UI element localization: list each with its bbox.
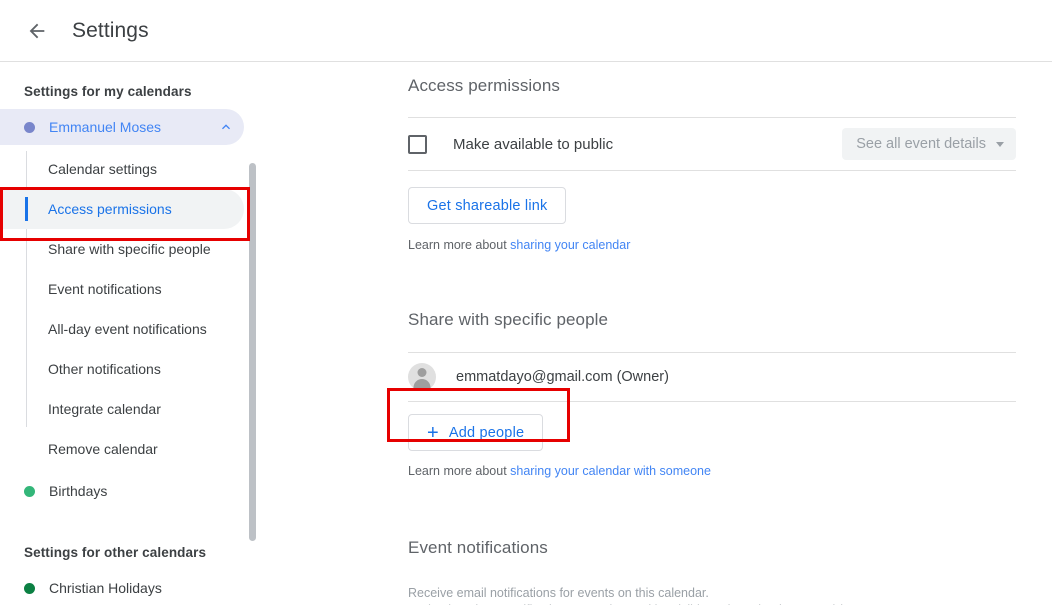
chevron-up-icon[interactable] [216,117,236,137]
sidebar-item-label: Access permissions [48,201,172,217]
sidebar-item-label: Remove calendar [48,441,158,457]
learn-more-prefix: Learn more about [408,464,511,478]
top-app-bar: Settings [0,0,1052,62]
event-notifications-description-line1: Receive email notifications for events o… [408,586,709,600]
sidebar-calendar-label: Birthdays [49,483,108,499]
event-visibility-select[interactable]: See all event details [842,128,1016,160]
shared-person-email: emmatdayo@gmail.com (Owner) [456,369,669,385]
sidebar-item-all-day-event-notifications[interactable]: All-day event notifications [0,309,244,349]
sidebar-sub-items: Calendar settings Access permissions Sha… [0,149,258,469]
settings-sidebar: Settings for my calendars Emmanuel Moses… [0,62,258,605]
divider [408,401,1016,402]
sidebar-item-label: Event notifications [48,281,162,297]
sidebar-item-integrate-calendar[interactable]: Integrate calendar [0,389,244,429]
learn-more-prefix: Learn more about [408,238,511,252]
sharing-your-calendar-link[interactable]: sharing your calendar [510,238,630,252]
section-title-share-specific-people: Share with specific people [408,310,609,329]
sidebar-item-calendar-settings[interactable]: Calendar settings [0,149,244,189]
sidebar-calendar-emmanuel-moses[interactable]: Emmanuel Moses [0,109,244,145]
sidebar-scrollbar-thumb[interactable] [249,163,256,541]
sidebar-item-event-notifications[interactable]: Event notifications [0,269,244,309]
calendar-color-dot-icon [24,121,35,133]
back-button[interactable] [22,16,52,46]
sidebar-item-label: All-day event notifications [48,321,207,337]
sidebar-item-access-permissions[interactable]: Access permissions [0,189,244,229]
sidebar-calendar-label: Christian Holidays [49,580,162,596]
plus-icon: + [427,421,439,444]
shared-person-row: emmatdayo@gmail.com (Owner) [258,353,1052,401]
sidebar-item-label: Other notifications [48,361,161,377]
sidebar-item-label: Calendar settings [48,161,157,177]
calendar-color-dot-icon [24,485,35,497]
sidebar-item-remove-calendar[interactable]: Remove calendar [0,429,244,469]
make-public-label: Make available to public [453,135,614,153]
sidebar-item-label: Share with specific people [48,241,211,257]
chevron-down-icon [996,141,1004,147]
make-public-row: Make available to public See all event d… [258,118,1052,170]
make-public-checkbox[interactable] [408,134,427,154]
sidebar-heading-other-calendars: Settings for other calendars [24,545,207,560]
sidebar-item-label: Integrate calendar [48,401,161,417]
settings-main-content: Access permissions Make available to pub… [258,62,1052,605]
section-title-access-permissions: Access permissions [408,76,561,95]
sidebar-item-other-notifications[interactable]: Other notifications [0,349,244,389]
person-avatar-icon [408,363,436,391]
sidebar-calendar-label: Emmanuel Moses [49,119,162,135]
get-shareable-link-button[interactable]: Get shareable link [408,187,567,224]
event-visibility-value: See all event details [856,136,986,152]
sidebar-calendar-christian-holidays[interactable]: Christian Holidays [0,570,244,605]
section-title-event-notifications: Event notifications [408,538,548,557]
settings-page: Settings Settings for my calendars Emman… [0,0,1052,605]
calendar-color-dot-icon [24,582,35,594]
arrow-left-icon [26,20,48,42]
sidebar-item-share-with-specific-people[interactable]: Share with specific people [0,229,244,269]
divider [408,170,1016,171]
learn-more-sharing-calendar: Learn more about sharing your calendar [258,238,1052,252]
add-people-label: Add people [448,424,525,441]
add-people-button[interactable]: + Add people [408,414,544,451]
sharing-your-calendar-with-someone-link[interactable]: sharing your calendar with someone [510,464,711,478]
sidebar-heading-my-calendars: Settings for my calendars [24,84,192,99]
learn-more-sharing-with-someone: Learn more about sharing your calendar w… [258,464,1052,478]
page-title: Settings [72,18,149,42]
sidebar-calendar-birthdays[interactable]: Birthdays [0,473,244,509]
